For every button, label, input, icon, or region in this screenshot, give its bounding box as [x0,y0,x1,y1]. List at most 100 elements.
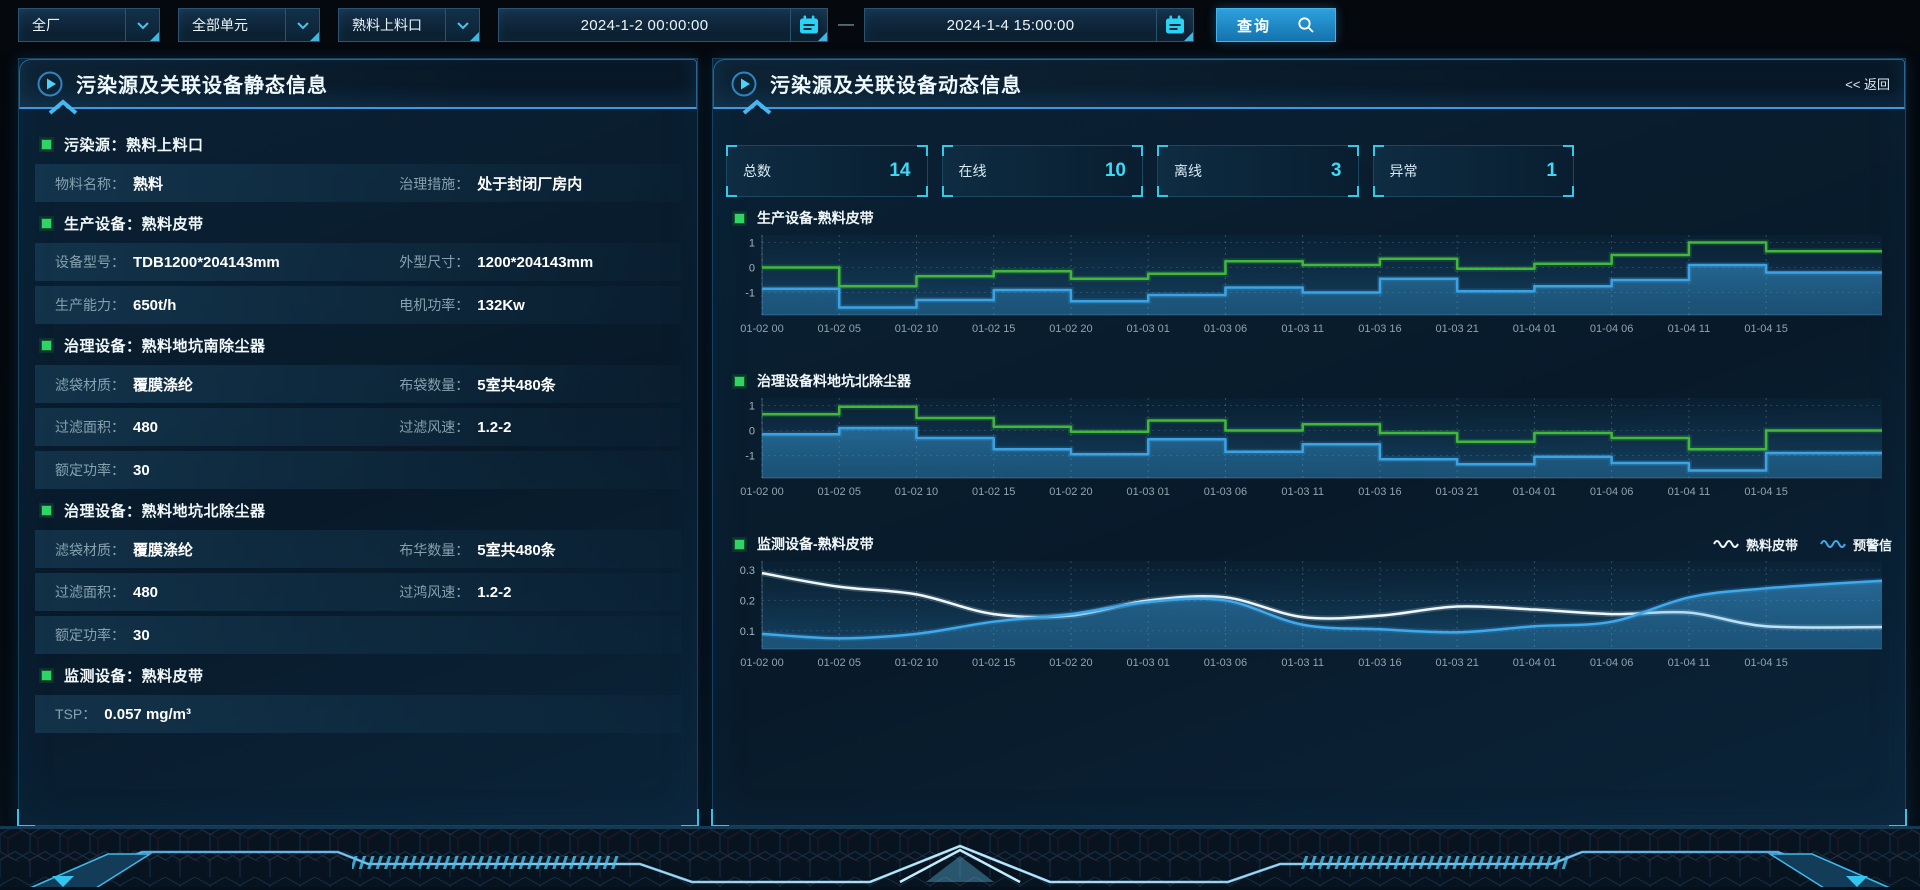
unit-select[interactable]: 全部单元 [178,8,320,42]
footer-decoration [0,826,1920,890]
field-label: 额定功率： [55,460,125,480]
chart-title: 生产设备-熟料皮带 [757,208,874,228]
field-label: 物料名称： [55,174,125,194]
plant-select[interactable]: 全厂 [18,8,160,42]
chevron-down-icon [445,9,479,41]
svg-text:0: 0 [749,426,755,438]
svg-text:0.1: 0.1 [740,626,755,638]
stat-value: 3 [1331,160,1342,182]
green-square-bullet [41,670,52,681]
play-icon [36,70,64,98]
svg-text:01-04 11: 01-04 11 [1668,323,1711,335]
kv-cell: 物料名称： 熟料 [55,173,399,194]
field-label: 布华数量： [399,540,469,560]
start-datetime-picker[interactable]: 2024-1-2 00:00:00 [498,8,828,42]
stat-value: 1 [1546,160,1557,182]
field-label: 布袋数量： [399,375,469,395]
field-value: 覆膜涤纶 [133,539,193,560]
field-label: 生产能力： [55,295,125,315]
dynamic-info-header: 污染源及关联设备动态信息 << 返回 [713,59,1905,109]
svg-text:01-02 20: 01-02 20 [1049,486,1092,498]
svg-text:01-03 21: 01-03 21 [1435,486,1478,498]
svg-text:0: 0 [749,263,755,275]
svg-text:01-04 15: 01-04 15 [1744,486,1787,498]
wave-line-icon [1820,538,1846,550]
svg-text:01-03 01: 01-03 01 [1126,657,1169,669]
svg-text:01-04 06: 01-04 06 [1590,657,1633,669]
search-icon [1297,16,1315,34]
kv-cell: 电机功率：132Kw [399,295,681,315]
stat-label: 异常 [1390,161,1418,181]
kv-row: TSP： 0.057 mg/m³ [35,695,681,733]
unit-select-value: 全部单元 [179,15,285,35]
kv-cell: 过滤面积：480 [55,582,399,602]
svg-text:01-04 06: 01-04 06 [1590,486,1633,498]
field-label: 滤袋材质： [55,540,125,560]
static-info-panel: 污染源及关联设备静态信息 污染源：熟料上料口物料名称：熟料治理措施：处于封闭厂房… [18,58,698,826]
svg-text:01-04 01: 01-04 01 [1513,486,1556,498]
device-stats-row: 总数14在线10离线3异常1 [726,145,1574,197]
calendar-icon [1156,9,1193,41]
svg-text:01-02 00: 01-02 00 [740,657,783,669]
kv-cell: 过滤面积： 480 [55,417,399,437]
stat-card: 异常 1 [1373,145,1575,197]
chevron-down-icon [285,9,319,41]
green-square-bullet [734,539,745,550]
field-label: 过滤风速： [399,417,469,437]
svg-text:0.3: 0.3 [740,565,755,577]
field-value: 480 [133,584,158,601]
kv-row: 生产能力： 650t/h 电机功率：132Kw [35,286,681,324]
green-square-bullet [41,218,52,229]
svg-text:01-03 06: 01-03 06 [1204,486,1247,498]
green-square-bullet [41,139,52,150]
field-value: 5室共480条 [477,539,555,560]
field-value: 30 [133,462,150,479]
section-row: 监测设备：熟料皮带 [35,660,681,690]
svg-text:01-03 06: 01-03 06 [1204,323,1247,335]
svg-text:01-02 20: 01-02 20 [1049,657,1092,669]
field-label: 过鸿风速： [399,582,469,602]
field-value: 480 [133,419,158,436]
field-label: TSP： [55,704,96,724]
field-value: 650t/h [133,297,176,314]
kv-row: 物料名称：熟料治理措施：处于封闭厂房内 [35,164,681,202]
svg-text:01-03 01: 01-03 01 [1126,323,1169,335]
svg-text:01-03 21: 01-03 21 [1435,657,1478,669]
end-datetime-value: 2024-1-4 15:00:00 [865,17,1156,34]
field-value: 30 [133,627,150,644]
svg-text:1: 1 [749,238,755,250]
source-select[interactable]: 熟料上料口 [338,8,480,42]
kv-cell: 滤袋材质：覆膜涤纶 [55,374,399,395]
static-info-rows: 污染源：熟料上料口物料名称：熟料治理措施：处于封闭厂房内生产设备：熟料皮带设备型… [19,109,697,733]
kv-cell: 过鸿风速：1.2-2 [399,582,681,602]
svg-text:01-02 00: 01-02 00 [740,323,783,335]
section-title: 污染源：熟料上料口 [64,134,204,155]
kv-row: 额定功率： 30 [35,451,681,489]
svg-text:01-03 16: 01-03 16 [1358,486,1401,498]
kv-row: 滤袋材质： 覆膜涤纶 布华数量： 5室共480条 [35,530,681,568]
back-button[interactable]: << 返回 [1845,60,1890,107]
calendar-icon [790,9,827,41]
svg-text:01-03 11: 01-03 11 [1281,486,1324,498]
kv-row: 额定功率： 30 [35,616,681,654]
header-chevron-decoration [740,99,774,120]
field-label: 设备型号： [55,252,125,272]
field-value: 0.057 mg/m³ [104,706,191,723]
svg-text:01-02 05: 01-02 05 [818,323,861,335]
field-value: 熟料 [133,173,163,194]
svg-text:1: 1 [749,401,755,413]
green-square-bullet [734,213,745,224]
play-icon [730,70,758,98]
kv-cell: 设备型号：TDB1200*204143mm [55,252,399,272]
kv-cell: 过滤风速：1.2-2 [399,417,681,437]
field-label: 过滤面积： [55,417,125,437]
field-label: 额定功率： [55,625,125,645]
dynamic-info-title: 污染源及关联设备动态信息 [770,69,1022,98]
svg-text:01-04 15: 01-04 15 [1744,323,1787,335]
static-info-header: 污染源及关联设备静态信息 [19,59,697,109]
end-datetime-picker[interactable]: 2024-1-4 15:00:00 [864,8,1194,42]
chart-title: 治理设备料地坑北除尘器 [757,371,911,391]
green-square-bullet [41,505,52,516]
svg-text:-1: -1 [745,288,755,300]
query-button[interactable]: 查询 [1216,8,1336,42]
